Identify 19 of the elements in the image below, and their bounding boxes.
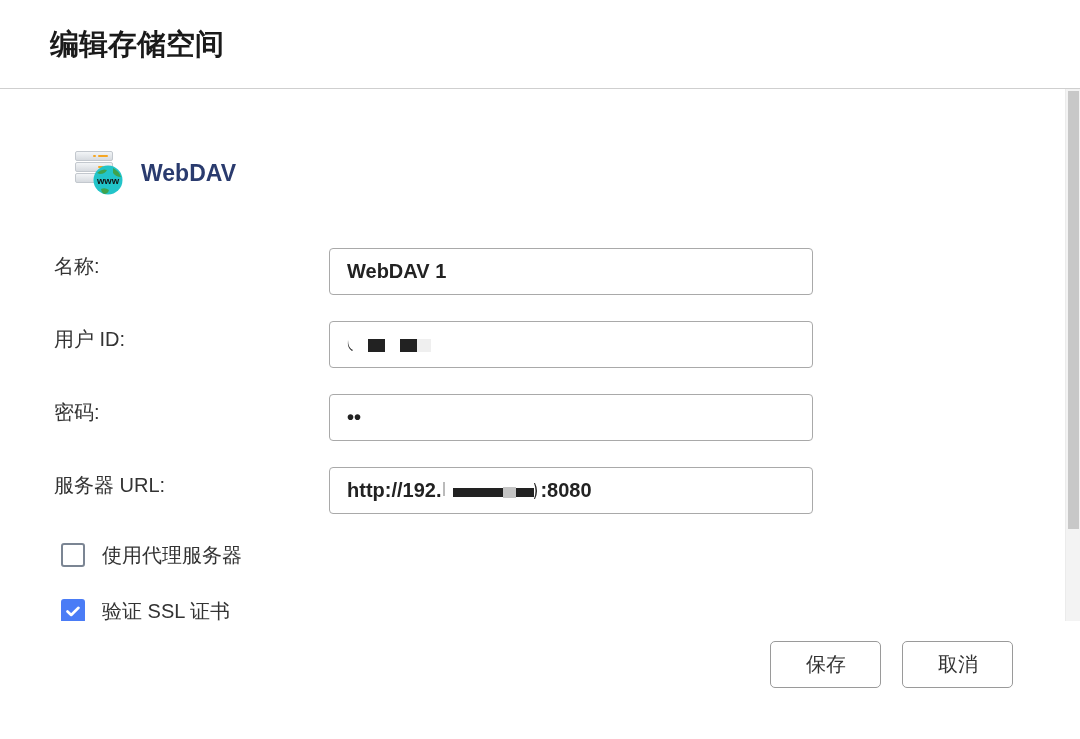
save-button[interactable]: 保存 bbox=[770, 641, 881, 688]
checkbox[interactable] bbox=[61, 543, 85, 567]
checkmark-icon bbox=[66, 605, 80, 617]
cancel-button[interactable]: 取消 bbox=[902, 641, 1013, 688]
checkbox-label: 使用代理服务器 bbox=[102, 542, 242, 568]
input-field[interactable] bbox=[329, 321, 813, 368]
scrollbar[interactable] bbox=[1065, 89, 1080, 621]
field-label: 用户 ID: bbox=[54, 327, 127, 351]
input-field[interactable]: WebDAV 1 bbox=[329, 248, 813, 295]
storage-type-label: WebDAV bbox=[141, 159, 236, 187]
input-field[interactable]: http://192. :8080 bbox=[329, 467, 813, 514]
scrollbar-thumb[interactable] bbox=[1067, 91, 1079, 529]
checkbox[interactable] bbox=[61, 599, 85, 621]
checkbox-label: 验证 SSL 证书 bbox=[102, 598, 231, 621]
dialog-title: 编辑存储空间 bbox=[50, 27, 224, 62]
input-field[interactable]: •• bbox=[329, 394, 813, 441]
field-label: 密码: bbox=[54, 400, 101, 424]
field-label: 名称: bbox=[54, 254, 101, 278]
field-label: 服务器 URL: bbox=[54, 473, 167, 497]
